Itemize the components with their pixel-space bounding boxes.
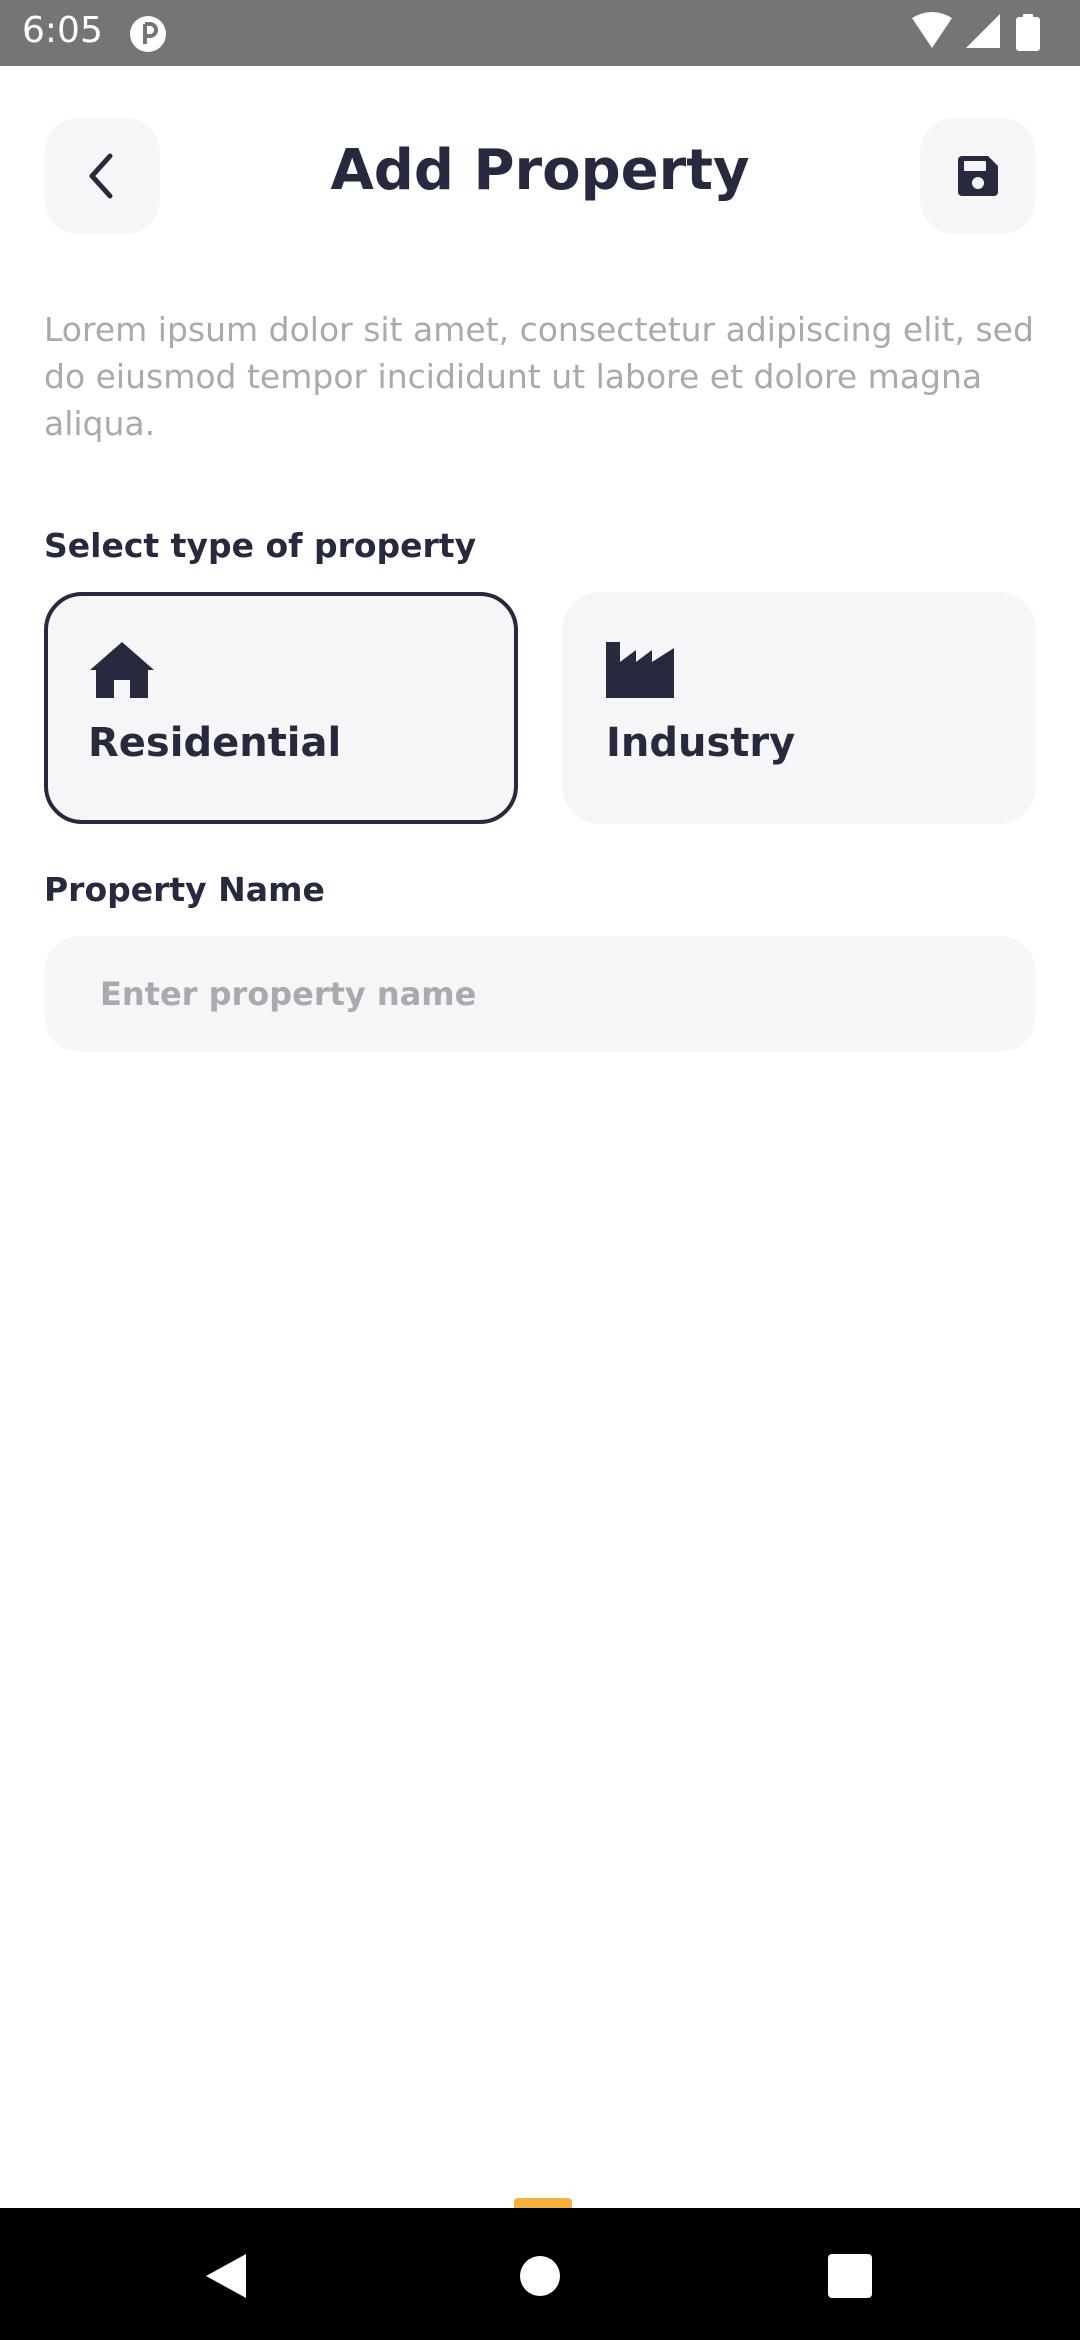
status-time: 6:05 (22, 10, 103, 51)
factory-icon (606, 642, 674, 698)
description-text: Lorem ipsum dolor sit amet, consectetur … (44, 310, 1034, 443)
page-title: Add Property (330, 138, 750, 203)
home-icon (90, 642, 154, 698)
app-notification-icon (130, 16, 166, 52)
property-name-label: Property Name (44, 870, 325, 909)
system-navigation-bar (0, 2208, 1080, 2340)
property-name-input[interactable] (44, 936, 1036, 1052)
save-icon (958, 156, 998, 196)
nav-back-icon[interactable] (198, 2248, 254, 2304)
status-icons (912, 12, 1040, 51)
wifi-icon (912, 12, 952, 48)
save-button[interactable] (920, 118, 1036, 234)
property-type-residential[interactable]: Residential (44, 592, 518, 824)
add-property-screen: Add Property Lorem ipsum dolor sit amet,… (0, 66, 1080, 2208)
status-bar: 6:05 (0, 0, 1080, 66)
property-type-label-industry: Industry (606, 720, 796, 766)
nav-home-icon[interactable] (512, 2248, 568, 2304)
nav-recents-icon[interactable] (822, 2248, 878, 2304)
battery-icon (1016, 14, 1040, 51)
property-type-industry[interactable]: Industry (562, 592, 1036, 824)
property-type-label-residential: Residential (88, 720, 342, 766)
home-indicator (514, 2198, 572, 2208)
signal-icon (966, 14, 1000, 48)
property-type-label: Select type of property (44, 526, 477, 565)
